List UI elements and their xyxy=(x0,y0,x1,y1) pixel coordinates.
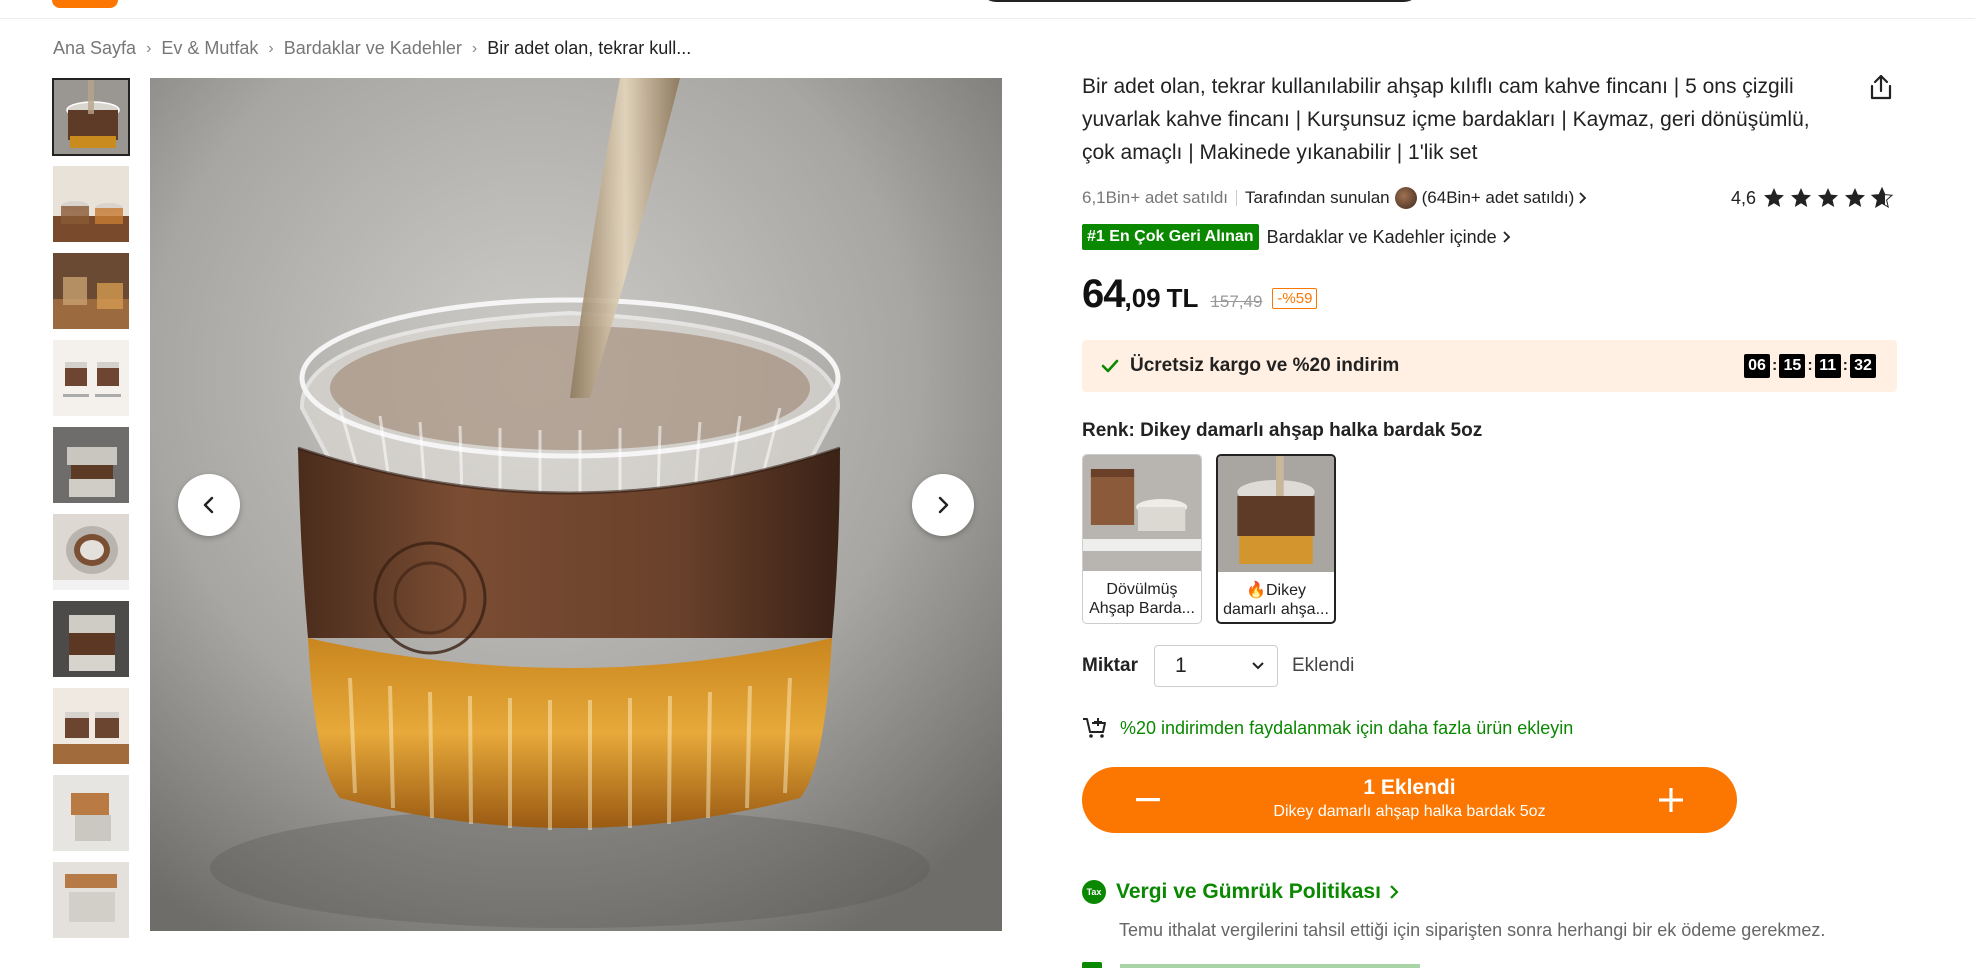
product-info: Bir adet olan, tekrar kullanılabilir ahş… xyxy=(1082,70,1902,169)
price-currency: TL xyxy=(1166,283,1199,313)
tax-policy-title: Vergi ve Gümrük Politikası xyxy=(1116,880,1381,903)
added-count-label: 1 Eklendi xyxy=(1363,776,1456,799)
rating-value: 4,6 xyxy=(1730,187,1756,208)
thumbnail-5[interactable] xyxy=(52,426,130,504)
thumbnail-1[interactable] xyxy=(52,78,130,156)
quantity-select[interactable]: 1 xyxy=(1153,645,1278,687)
bestseller-category: Bardaklar ve Kadehler içinde xyxy=(1266,226,1497,247)
rating-stars xyxy=(1762,186,1897,210)
chevron-right-icon: › xyxy=(268,39,274,57)
seller-avatar xyxy=(1394,187,1417,209)
promo-banner: Ücretsiz kargo ve %20 indirim 06 : 15 : … xyxy=(1082,340,1897,392)
add-to-cart-label: 1 Eklendi Dikey damarlı ahşap halka bard… xyxy=(1082,776,1737,821)
breadcrumb-glasses[interactable]: Bardaklar ve Kadehler xyxy=(284,38,462,59)
breadcrumb-home[interactable]: Ana Sayfa xyxy=(53,38,136,59)
countdown-timer: 06 : 15 : 11 : 32 xyxy=(1744,354,1876,378)
divider xyxy=(1236,190,1238,206)
seller-prefix: Tarafından sunulan xyxy=(1245,188,1390,207)
logo[interactable] xyxy=(52,0,118,8)
add-to-cart-button[interactable]: 1 Eklendi Dikey damarlı ahşap halka bard… xyxy=(1082,767,1737,833)
timer-seconds: 11 xyxy=(1814,354,1841,378)
price-decimal: ,09 xyxy=(1124,283,1161,313)
variant-label-text: Dövülmüş Ahşap Barda... xyxy=(1089,581,1195,617)
thumbnail-3[interactable] xyxy=(52,252,130,330)
plus-icon xyxy=(1659,788,1683,812)
share-button[interactable] xyxy=(1866,72,1896,102)
chevron-left-icon xyxy=(203,496,214,514)
chevron-right-icon xyxy=(938,496,949,514)
chevron-right-icon xyxy=(1390,885,1399,899)
breadcrumb-current: Bir adet olan, tekrar kull... xyxy=(487,38,692,58)
search-bar[interactable] xyxy=(980,0,1420,2)
rating[interactable]: 4,6 xyxy=(1731,186,1897,210)
chevron-right-icon xyxy=(1579,192,1587,204)
thumbnail-6[interactable] xyxy=(52,513,130,591)
quantity-row: Miktar 1 Eklendi xyxy=(1082,645,1354,687)
thumbnail-list xyxy=(52,78,132,948)
seller-link[interactable]: Tarafından sunulan (64Bin+ adet satıldı) xyxy=(1245,187,1589,209)
top-header xyxy=(0,0,1975,19)
quantity-label: Miktar xyxy=(1082,655,1138,676)
timer-minutes: 15 xyxy=(1779,354,1806,378)
sold-count: 6,1Bin+ adet satıldı xyxy=(1082,188,1229,207)
flame-icon: 🔥 xyxy=(1246,582,1266,599)
timer-centiseconds: 32 xyxy=(1850,354,1876,378)
promo-text: Ücretsiz kargo ve %20 indirim xyxy=(1130,355,1400,376)
bestseller-row[interactable]: #1 En Çok Geri Alınan Bardaklar ve Kadeh… xyxy=(1082,222,1513,252)
cart-discount-hint: %20 indirimden faydalanmak için daha faz… xyxy=(1082,717,1573,739)
thumbnail-7[interactable] xyxy=(52,600,130,678)
variant-label: Renk: Dikey damarlı ahşap halka bardak 5… xyxy=(1082,420,1483,441)
main-product-image[interactable] xyxy=(150,78,1002,931)
cutoff-text xyxy=(1120,964,1420,968)
tax-policy-link[interactable]: Tax Vergi ve Gümrük Politikası xyxy=(1082,880,1401,904)
timer-separator: : xyxy=(1842,357,1848,374)
breadcrumb: Ana Sayfa › Ev & Mutfak › Bardaklar ve K… xyxy=(53,38,691,59)
sales-meta-row: 6,1Bin+ adet satıldı Tarafından sunulan … xyxy=(1082,186,1897,210)
thumbnail-4[interactable] xyxy=(52,339,130,417)
variant-label-text: 🔥Dikey damarlı ahşa... xyxy=(1223,582,1329,618)
variant-options: Dövülmüş Ahşap Barda... 🔥Dikey damarlı a… xyxy=(1082,454,1350,624)
chevron-down-icon xyxy=(1252,662,1264,670)
bestseller-badge: #1 En Çok Geri Alınan xyxy=(1082,224,1259,250)
quantity-value: 1 xyxy=(1174,654,1187,677)
price-integer: 64 xyxy=(1082,272,1125,316)
product-photo xyxy=(150,78,1002,931)
tax-policy-description: Temu ithalat vergilerini tahsil ettiği i… xyxy=(1119,920,1826,940)
price-row: 64 ,09 TL 157,49 -%59 xyxy=(1082,272,1318,317)
previous-image-button[interactable] xyxy=(178,474,240,536)
timer-separator: : xyxy=(1807,357,1813,374)
thumbnail-9[interactable] xyxy=(52,774,130,852)
cart-hint-text: %20 indirimden faydalanmak için daha faz… xyxy=(1120,717,1574,738)
variant-image xyxy=(1083,455,1201,571)
variant-option-forged[interactable]: Dövülmüş Ahşap Barda... xyxy=(1082,454,1202,624)
quantity-status: Eklendi xyxy=(1291,655,1355,676)
tax-icon: Tax xyxy=(1082,880,1106,904)
next-image-button[interactable] xyxy=(912,474,974,536)
chevron-right-icon xyxy=(1503,231,1510,243)
thumbnail-10[interactable] xyxy=(52,861,130,939)
star-rating-icon xyxy=(1764,186,1894,209)
share-icon xyxy=(1870,74,1892,100)
cart-add-icon xyxy=(1083,718,1106,738)
added-variant-label: Dikey damarlı ahşap halka bardak 5oz xyxy=(1273,803,1546,820)
timer-separator: : xyxy=(1772,357,1778,374)
product-title: Bir adet olan, tekrar kullanılabilir ahş… xyxy=(1082,75,1810,164)
thumbnail-2[interactable] xyxy=(52,165,130,243)
timer-hours: 06 xyxy=(1744,354,1771,378)
variant-image xyxy=(1218,456,1334,572)
seller-sold-count: (64Bin+ adet satıldı) xyxy=(1421,188,1575,207)
next-section-cutoff xyxy=(1082,956,1462,968)
breadcrumb-home-kitchen[interactable]: Ev & Mutfak xyxy=(161,38,258,59)
check-icon xyxy=(1101,359,1119,373)
variant-option-vertical-grain[interactable]: 🔥Dikey damarlı ahşa... xyxy=(1216,454,1336,624)
policy-icon xyxy=(1082,962,1102,968)
original-price: 157,49 xyxy=(1210,292,1263,311)
chevron-right-icon: › xyxy=(471,39,478,57)
discount-badge: -%59 xyxy=(1272,288,1318,309)
chevron-right-icon: › xyxy=(146,39,152,57)
thumbnail-8[interactable] xyxy=(52,687,130,765)
increase-quantity-button[interactable] xyxy=(1651,781,1691,819)
